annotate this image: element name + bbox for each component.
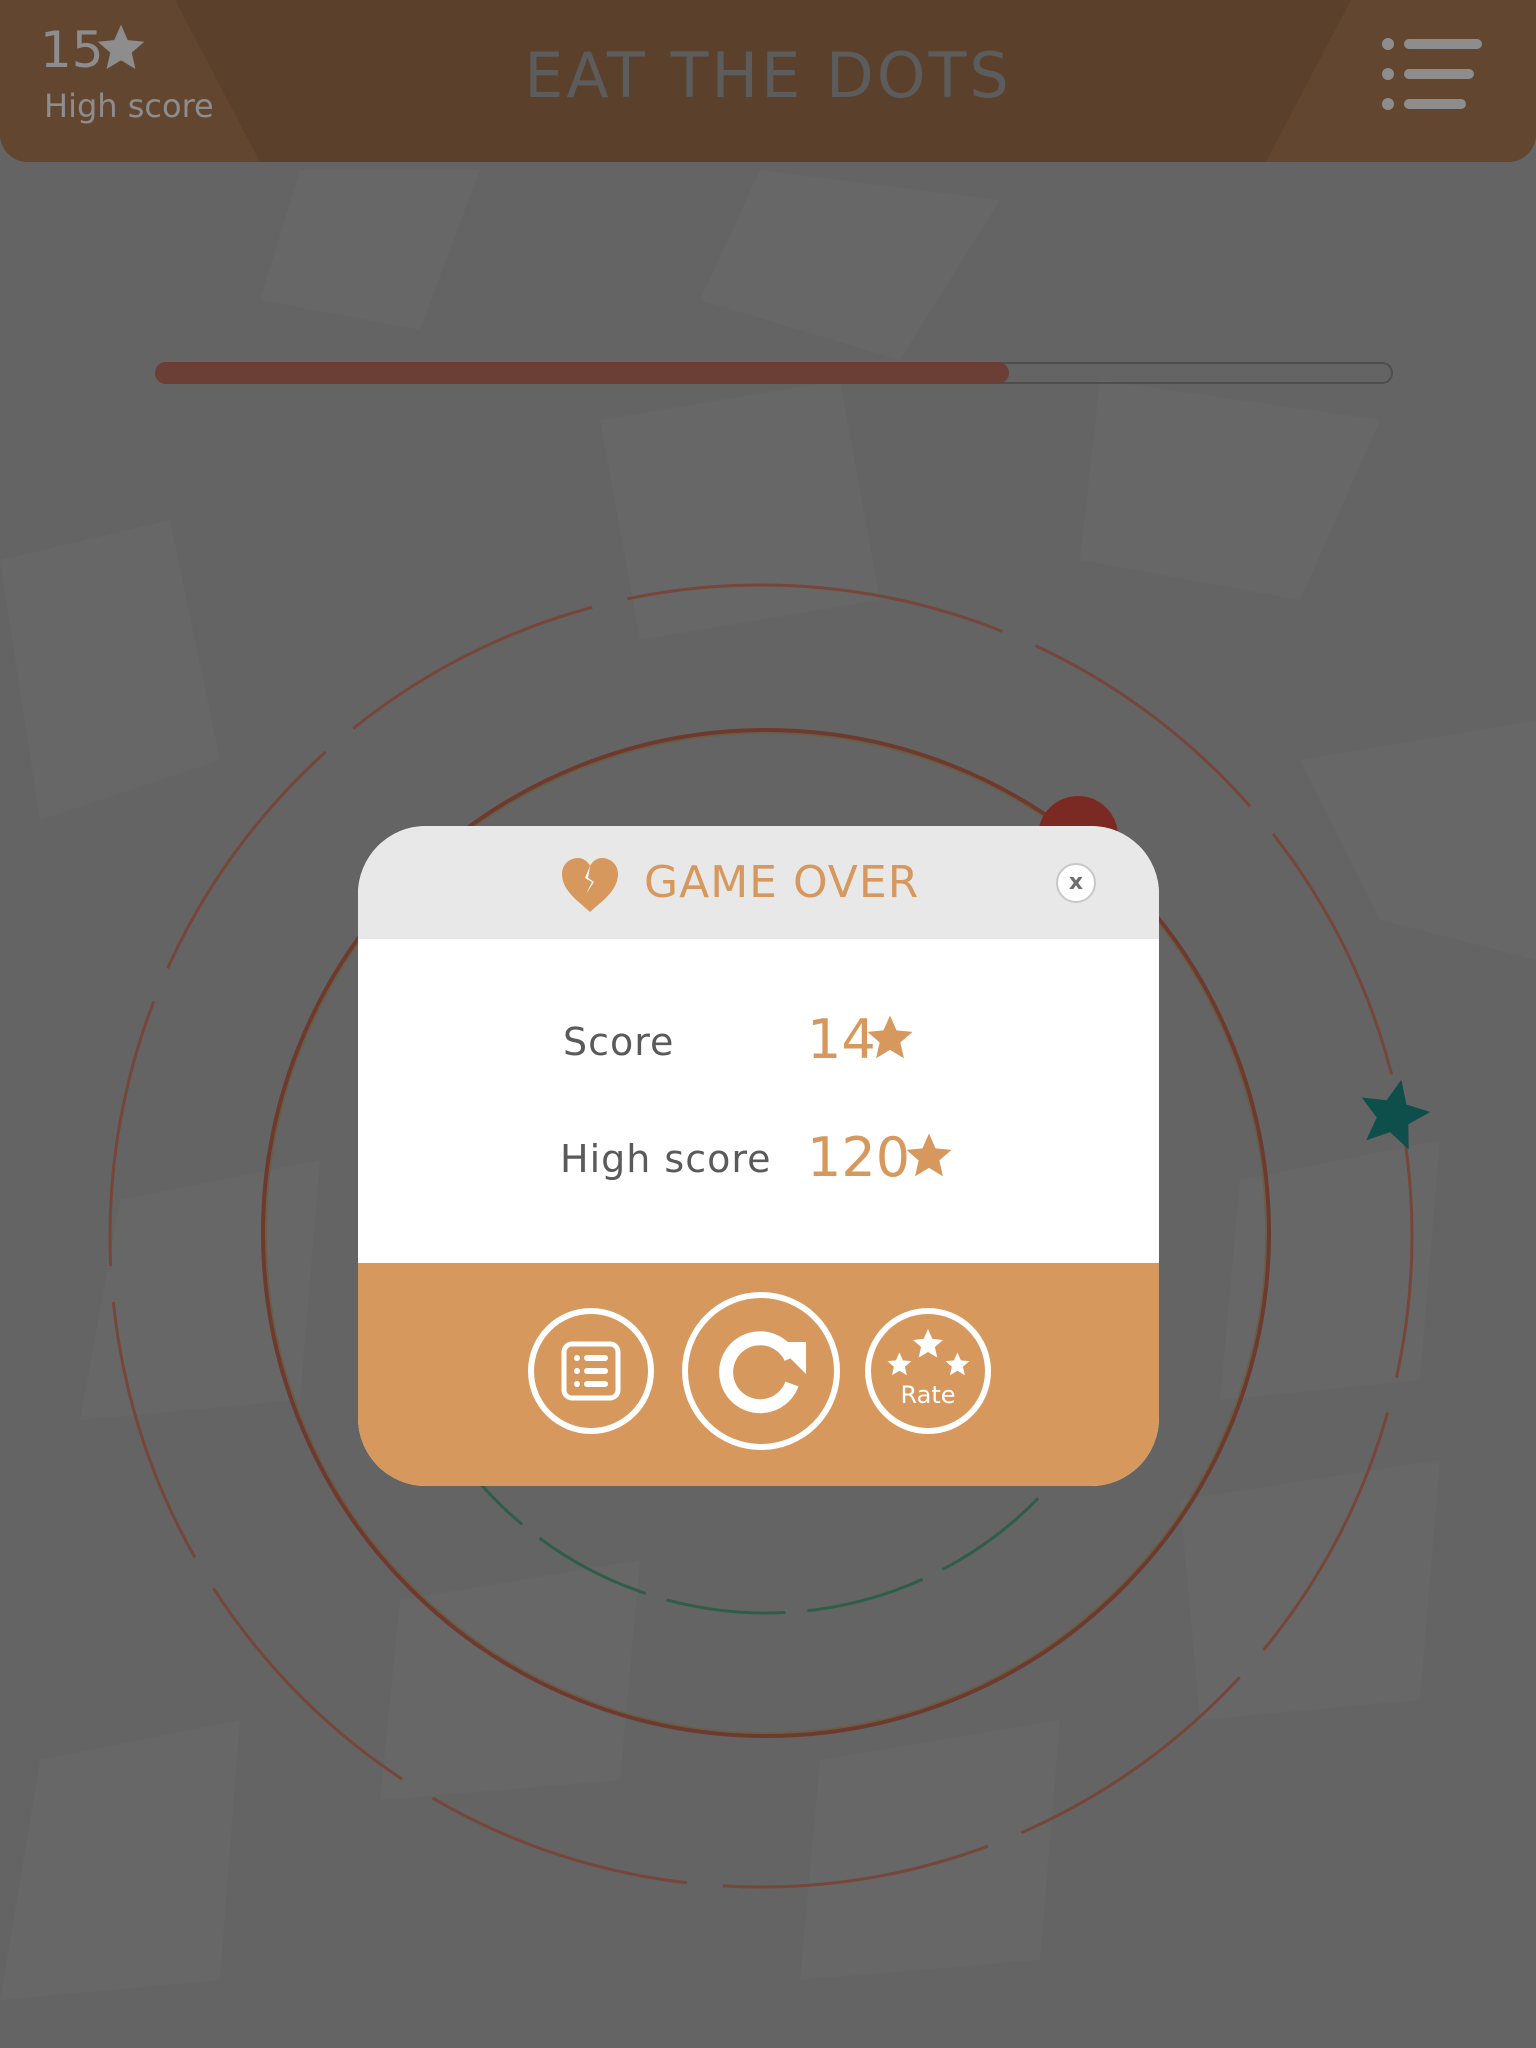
game-over-dialog: GAME OVER x Score 14 High score 120 Rate	[358, 826, 1159, 1486]
close-icon[interactable]: x	[1056, 863, 1096, 903]
dialog-title: GAME OVER	[644, 857, 920, 908]
dialog-body: Score 14 High score 120	[358, 939, 1159, 1289]
score-label: Score	[563, 1020, 675, 1064]
dialog-footer: Rate	[358, 1263, 1159, 1486]
star-icon	[1361, 1079, 1431, 1150]
dialog-header: GAME OVER x	[358, 826, 1159, 939]
rate-stars-icon	[887, 1329, 970, 1376]
star-icon	[867, 1015, 913, 1059]
replay-icon	[719, 1331, 806, 1414]
leaderboard-button[interactable]	[528, 1308, 654, 1434]
rate-button[interactable]: Rate	[865, 1308, 991, 1434]
replay-button[interactable]	[682, 1292, 840, 1450]
star-icon	[906, 1133, 952, 1177]
broken-heart-icon	[562, 858, 618, 912]
rate-label: Rate	[900, 1381, 956, 1409]
high-score-row-label: High score	[560, 1137, 772, 1181]
leaderboard-icon	[561, 1341, 621, 1401]
high-score-row-value: 120	[807, 1126, 911, 1189]
